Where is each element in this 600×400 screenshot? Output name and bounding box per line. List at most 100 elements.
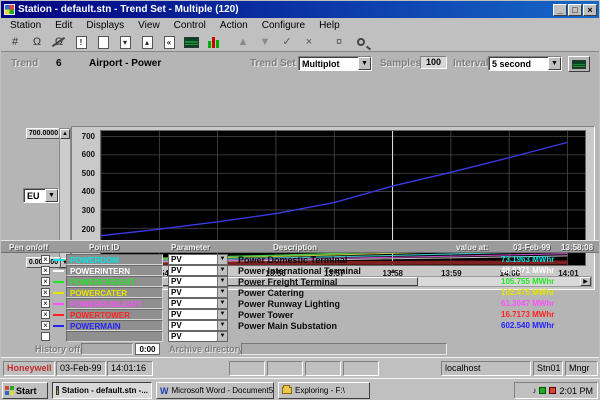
page-back-icon[interactable]: «	[159, 34, 179, 50]
point-description: Power Runway Lighting	[238, 299, 340, 309]
pen-checkbox[interactable]: ×	[41, 310, 50, 319]
network-icon[interactable]: #	[5, 34, 25, 50]
pen-checkbox[interactable]: ×	[41, 321, 50, 330]
menu-view[interactable]: View	[131, 19, 167, 32]
blank-page-icon[interactable]	[93, 34, 113, 50]
pen-checkbox[interactable]: ×	[41, 299, 50, 308]
point-id-field[interactable]: POWERINTERN	[66, 265, 163, 276]
point-id-field[interactable]: POWERMAIN	[66, 320, 163, 331]
alarm-bell-icon[interactable]: Ω	[27, 34, 47, 50]
connect-icon[interactable]: ¤	[329, 34, 349, 50]
chevron-down-icon[interactable]: ▼	[217, 277, 227, 286]
parameter-select[interactable]: PV▼	[168, 298, 228, 309]
pen-checkbox[interactable]: ×	[41, 277, 50, 286]
header-parameter: Parameter	[171, 243, 210, 252]
task-word[interactable]: WMicrosoft Word - Document5	[156, 382, 274, 399]
chevron-down-icon[interactable]: ▼	[217, 266, 227, 275]
parameter-select[interactable]: PV▼	[168, 320, 228, 331]
accept-icon[interactable]: ✓	[277, 34, 297, 50]
menu-action[interactable]: Action	[213, 19, 255, 32]
history-offset-field[interactable]	[81, 343, 133, 355]
trend-set-label: Trend Set	[250, 58, 296, 69]
range-max-box[interactable]: 700.0000	[26, 128, 61, 139]
trend-display-icon[interactable]	[181, 34, 201, 50]
status-empty-3	[305, 361, 341, 376]
minimize-button[interactable]: _	[553, 4, 567, 16]
point-id-field[interactable]: POWERCATER	[66, 287, 163, 298]
chevron-down-icon[interactable]: ▼	[217, 310, 227, 319]
page-up-icon[interactable]: ▴	[137, 34, 157, 50]
close-button[interactable]: ×	[583, 4, 597, 16]
parameter-select[interactable]: PV▼	[168, 331, 228, 342]
chevron-down-icon[interactable]: ▼	[358, 57, 371, 70]
windows-logo-icon	[5, 386, 14, 395]
table-row: ×POWERFREIGHTPV▼Power Freight Terminal10…	[1, 276, 599, 287]
parameter-select[interactable]: PV▼	[168, 254, 228, 265]
chevron-down-icon[interactable]: ▼	[217, 321, 227, 330]
parameter-select[interactable]: PV▼	[168, 287, 228, 298]
chevron-down-icon[interactable]: ▼	[217, 332, 227, 341]
y-tick-label: 300	[82, 206, 95, 215]
scan-status-icon[interactable]	[539, 387, 546, 394]
page-down-icon[interactable]: ▾	[115, 34, 135, 50]
trend-number[interactable]: 6	[56, 58, 62, 69]
table-row: ×POWERMAINPV▼Power Main Substation602.54…	[1, 320, 599, 331]
start-button[interactable]: Start	[2, 382, 48, 399]
header-value-at: value at:	[456, 243, 488, 252]
alarm-silence-icon[interactable]: Ω	[49, 34, 69, 50]
lower-icon[interactable]: ▼	[255, 34, 275, 50]
samples-input[interactable]: 100	[420, 56, 447, 69]
table-row: × POWERINTERN PV▼ Power International Termi…	[1, 265, 599, 276]
maximize-button[interactable]: □	[568, 4, 582, 16]
alarm-status-icon[interactable]	[549, 387, 556, 394]
menu-configure[interactable]: Configure	[255, 19, 312, 32]
status-bar: Honeywell 03-Feb-99 14:01:16 localhost S…	[1, 357, 599, 378]
title-bar[interactable]: Station - default.stn - Trend Set - Mult…	[1, 1, 599, 18]
task-station[interactable]: Station - default.stn -...	[52, 382, 152, 399]
pen-checkbox[interactable]: ×	[41, 288, 50, 297]
chevron-down-icon[interactable]: ▼	[217, 299, 227, 308]
chevron-down-icon[interactable]: ▼	[45, 189, 58, 202]
point-id-field[interactable]: POWERFREIGHT	[66, 276, 163, 287]
menu-displays[interactable]: Displays	[79, 19, 131, 32]
point-value: 105.755 MWhr	[501, 277, 554, 286]
menu-station[interactable]: Station	[3, 19, 48, 32]
chevron-down-icon[interactable]: ▼	[548, 57, 561, 70]
point-id-field[interactable]: POWERRUNLIGHT	[66, 298, 163, 309]
chevron-down-icon[interactable]: ▼	[217, 288, 227, 297]
parameter-select[interactable]: PV▼	[168, 276, 228, 287]
raise-icon[interactable]: ▲	[233, 34, 253, 50]
trend-set-select[interactable]: Multiplot ▼	[298, 56, 372, 71]
interval-select[interactable]: 5 second ▼	[488, 56, 562, 71]
point-id-field[interactable]	[66, 331, 163, 342]
task-explorer[interactable]: Exploring - F:\	[278, 382, 370, 399]
status-empty-4	[343, 361, 379, 376]
point-value: 73.1963 MWhr	[501, 255, 554, 264]
archive-directory-field[interactable]	[241, 343, 447, 355]
pen-checkbox[interactable]: ×	[41, 255, 50, 264]
trend-refresh-button[interactable]	[568, 56, 590, 72]
alarm-page-icon[interactable]: !	[71, 34, 91, 50]
parameter-select[interactable]: PV▼	[168, 309, 228, 320]
pen-checkbox[interactable]	[41, 332, 50, 341]
parameter-value: PV	[169, 321, 217, 330]
history-offset-value[interactable]: 0:00	[135, 343, 160, 355]
menu-edit[interactable]: Edit	[48, 19, 79, 32]
zoom-icon[interactable]	[351, 34, 371, 50]
parameter-value: PV	[169, 299, 217, 308]
pen-checkbox[interactable]: ×	[41, 266, 50, 275]
point-id-field[interactable]: POWERDOM	[66, 254, 163, 265]
pen-color-sample	[53, 303, 64, 305]
scroll-up-icon[interactable]: ▲	[60, 129, 70, 139]
point-id-field[interactable]: POWERTOWER	[66, 309, 163, 320]
parameter-select[interactable]: PV▼	[168, 265, 228, 276]
chevron-down-icon[interactable]: ▼	[217, 255, 227, 264]
volume-icon[interactable]: ♪	[532, 387, 536, 395]
task-label: Station - default.stn -...	[62, 386, 148, 395]
bar-chart-icon[interactable]	[203, 34, 223, 50]
cancel-icon[interactable]: ×	[299, 34, 319, 50]
menu-help[interactable]: Help	[312, 19, 347, 32]
point-description: Power International Terminal	[238, 266, 361, 276]
eu-select[interactable]: EU ▼	[23, 188, 59, 203]
menu-control[interactable]: Control	[167, 19, 213, 32]
